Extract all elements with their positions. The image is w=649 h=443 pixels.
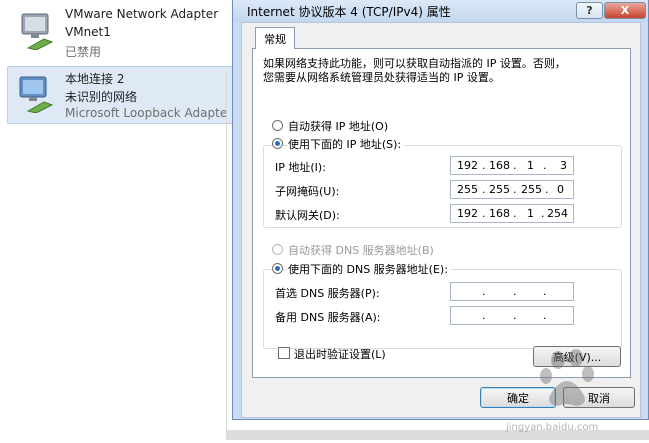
- validate-on-exit-checkbox[interactable]: [278, 347, 290, 359]
- connection-name: 本地连接 2: [65, 72, 125, 86]
- preferred-dns-label: 首选 DNS 服务器(P):: [275, 287, 380, 300]
- alternate-dns-label: 备用 DNS 服务器(A):: [275, 311, 381, 324]
- description-text: 如果网络支持此功能，则可以获取自动指派的 IP 设置。否则， 您需要从网络系统管…: [263, 57, 566, 85]
- dns-auto-label[interactable]: 自动获得 DNS 服务器地址(B): [288, 242, 434, 258]
- connection-item-vmware[interactable]: VMware Network Adapter VMnet1 已禁用: [8, 4, 236, 60]
- gateway-octet: 1: [527, 207, 534, 220]
- ip-octet: 1: [527, 159, 534, 172]
- general-tab-panel: 如果网络支持此功能，则可以获取自动指派的 IP 设置。否则， 您需要从网络系统管…: [252, 48, 631, 378]
- connection-status: 已禁用: [65, 45, 102, 59]
- gateway-octet: 192: [457, 207, 478, 220]
- subnet-mask-input[interactable]: 255 . 255 . 255 .0: [450, 180, 574, 199]
- subnet-octet: 255: [521, 183, 542, 196]
- tab-general[interactable]: 常规: [255, 27, 295, 49]
- window-divider: [226, 70, 227, 440]
- connection-subname: VMnet1: [65, 25, 111, 39]
- ip-octet: 192: [457, 159, 478, 172]
- network-adapter-icon: [21, 13, 54, 50]
- network-adapter-icon: [19, 76, 54, 113]
- ip-manual-label[interactable]: 使用下面的 IP 地址(S):: [288, 136, 405, 152]
- connection-status: Microsoft Loopback Adapte: [65, 106, 228, 120]
- ip-octet: 3: [560, 159, 567, 172]
- description-line: 如果网络支持此功能，则可以获取自动指派的 IP 设置。否则，: [263, 57, 566, 70]
- connection-subname: 未识别的网络: [65, 90, 138, 104]
- gateway-octet: 254: [547, 207, 568, 220]
- preferred-dns-input[interactable]: ...: [450, 282, 574, 301]
- connection-item-local-2[interactable]: 本地连接 2 未识别的网络 Microsoft Loopback Adapte: [7, 66, 237, 124]
- ip-octet: 168: [489, 159, 510, 172]
- ip-auto-label[interactable]: 自动获得 IP 地址(O): [288, 118, 388, 134]
- gateway-label: 默认网关(D):: [275, 209, 340, 222]
- validate-on-exit-label[interactable]: 退出时验证设置(L): [294, 346, 386, 362]
- alternate-dns-input[interactable]: ...: [450, 306, 574, 325]
- description-line: 您需要从网络系统管理员处获得适当的 IP 设置。: [263, 71, 500, 84]
- dns-auto-radio[interactable]: [272, 244, 283, 255]
- ip-address-input[interactable]: 192 . 168 .1 .3: [450, 156, 574, 175]
- dialog-titlebar[interactable]: Internet 协议版本 4 (TCP/IPv4) 属性 ? X: [233, 0, 648, 22]
- watermark-url: jingyan.baidu.com: [506, 422, 599, 433]
- dns-manual-radio[interactable]: [272, 263, 283, 274]
- subnet-octet: 0: [557, 183, 564, 196]
- dialog-title: Internet 协议版本 4 (TCP/IPv4) 属性: [247, 5, 451, 19]
- ip-manual-radio[interactable]: [272, 138, 283, 149]
- subnet-mask-label: 子网掩码(U):: [275, 185, 340, 198]
- connection-name: VMware Network Adapter: [65, 7, 219, 21]
- close-button[interactable]: X: [604, 2, 646, 19]
- ip-auto-radio[interactable]: [272, 120, 283, 131]
- baidu-watermark: jingyan.baidu.com: [480, 340, 640, 440]
- help-button[interactable]: ?: [576, 2, 603, 19]
- subnet-octet: 255: [489, 183, 510, 196]
- dns-manual-label[interactable]: 使用下面的 DNS 服务器地址(E):: [288, 261, 451, 277]
- gateway-octet: 168: [489, 207, 510, 220]
- ip-address-label: IP 地址(I):: [275, 161, 326, 174]
- subnet-octet: 255: [457, 183, 478, 196]
- gateway-input[interactable]: 192 . 168 .1 . 254: [450, 204, 574, 223]
